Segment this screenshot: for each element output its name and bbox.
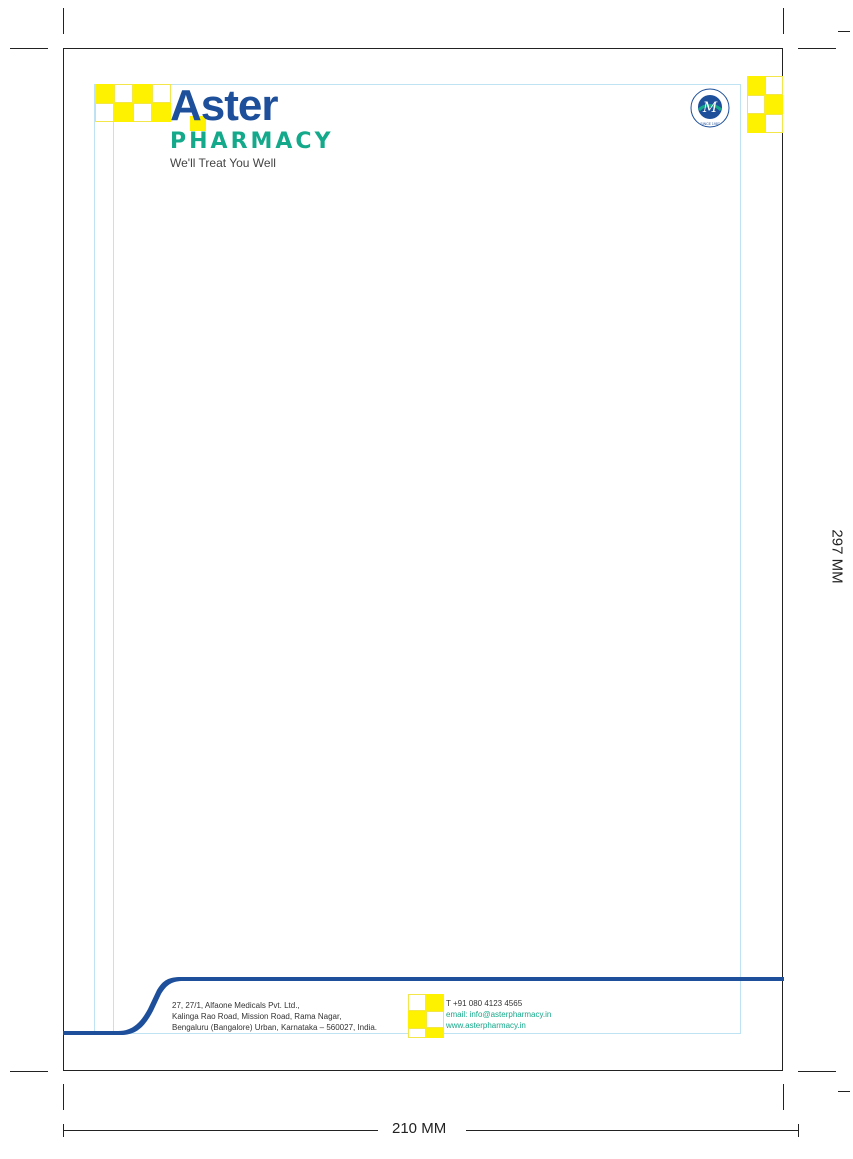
- address-line: Bengaluru (Bangalore) Urban, Karnataka –…: [172, 1023, 378, 1032]
- crop-mark: [63, 8, 64, 34]
- website-url: www.asterpharmacy.in: [446, 1021, 526, 1030]
- width-dimension-line: [63, 1130, 378, 1131]
- brand-logo: Aster PHARMACY We'll Treat You Well: [170, 84, 334, 171]
- crop-mark: [838, 1091, 850, 1092]
- email-address: email: info@asterpharmacy.in: [446, 1010, 552, 1019]
- crop-mark: [783, 1084, 784, 1110]
- crop-mark: [838, 31, 850, 32]
- dimension-tick: [798, 1124, 799, 1137]
- footer-address: 27, 27/1, Alfaone Medicals Pvt. Ltd., Ka…: [172, 1000, 377, 1033]
- width-dimension-label: 210 MM: [392, 1120, 447, 1137]
- brand-name: Aster: [170, 81, 278, 130]
- width-dimension-line: [466, 1130, 798, 1131]
- seal-logo-icon: M SINCE 1987: [690, 88, 730, 128]
- phone-number: T +91 080 4123 4565: [446, 999, 523, 1008]
- margin-guide: [113, 84, 114, 1034]
- crop-mark: [798, 1071, 836, 1072]
- crop-mark: [10, 48, 48, 49]
- seal-monogram: M: [702, 100, 718, 116]
- margin-guide: [94, 84, 741, 1034]
- seal-since: SINCE 1987: [700, 122, 720, 126]
- crop-mark: [63, 1084, 64, 1110]
- address-line: Kalinga Rao Road, Mission Road, Rama Nag…: [172, 1012, 342, 1021]
- dimension-tick: [63, 1124, 64, 1137]
- height-dimension-label: 297 MM: [828, 529, 846, 584]
- crop-mark: [798, 48, 836, 49]
- crop-mark: [10, 1071, 48, 1072]
- crop-mark: [783, 8, 784, 34]
- brand-tagline: We'll Treat You Well: [170, 156, 276, 170]
- brand-subtitle: PHARMACY: [170, 129, 334, 154]
- address-line: 27, 27/1, Alfaone Medicals Pvt. Ltd.,: [172, 1001, 300, 1010]
- footer-contact: T +91 080 4123 4565 email: info@asterpha…: [446, 998, 551, 1031]
